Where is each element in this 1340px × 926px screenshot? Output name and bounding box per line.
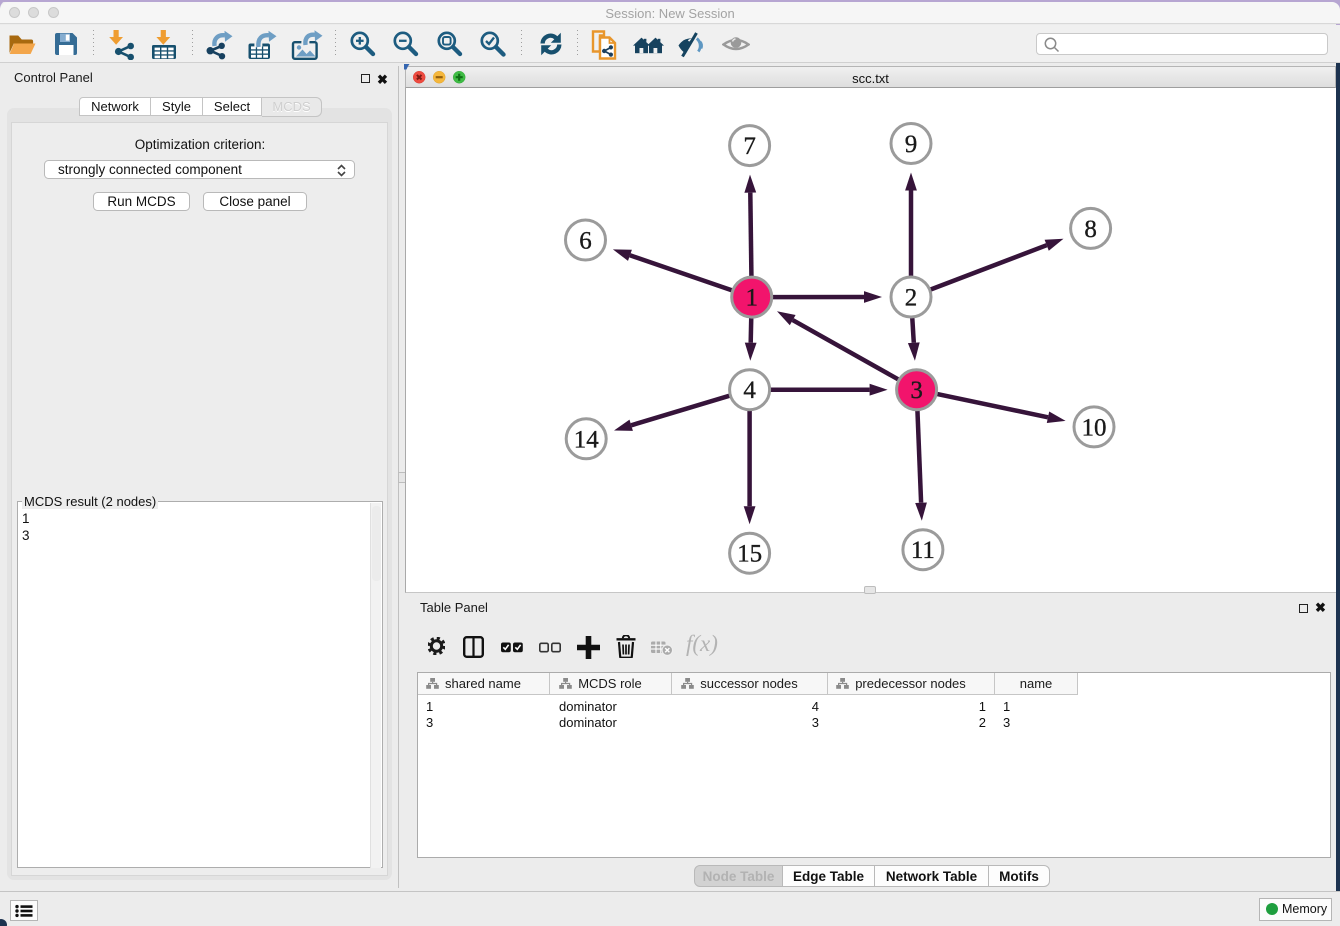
- svg-text:4: 4: [743, 377, 756, 404]
- svg-text:3: 3: [910, 377, 923, 404]
- svg-text:15: 15: [737, 541, 762, 568]
- svg-text:11: 11: [911, 537, 935, 564]
- svg-text:6: 6: [579, 228, 592, 255]
- svg-text:14: 14: [574, 426, 600, 453]
- svg-text:10: 10: [1082, 414, 1107, 441]
- svg-text:1: 1: [745, 285, 758, 312]
- svg-text:2: 2: [905, 285, 918, 312]
- svg-text:8: 8: [1084, 216, 1097, 243]
- svg-text:7: 7: [743, 133, 756, 160]
- svg-text:9: 9: [905, 131, 918, 158]
